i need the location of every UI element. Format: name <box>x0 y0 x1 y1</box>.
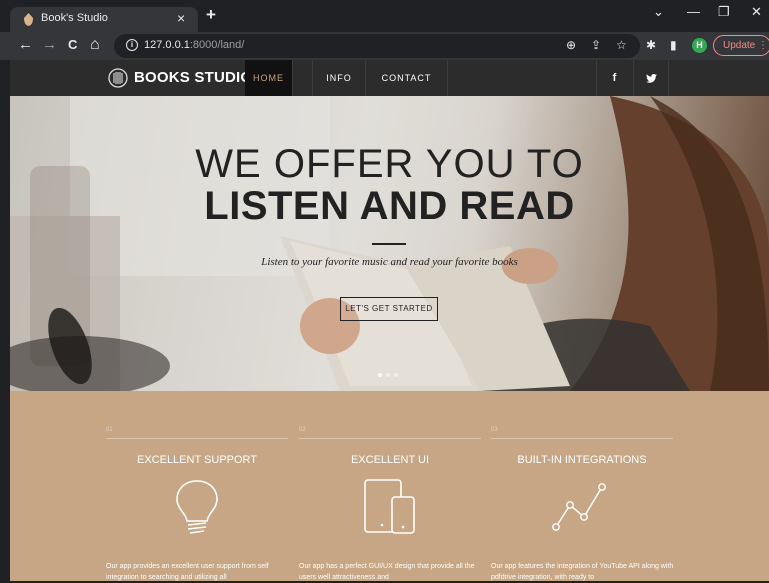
browser-toolbar: ← → C ⌂ i 127.0.0.1:8000/land/ ⊕ ⇪ ☆ ✱ ▮… <box>0 32 769 60</box>
nav-contact[interactable]: CONTACT <box>366 60 448 96</box>
features-section: 01 EXCELLENT SUPPORT Our app provides an… <box>10 391 769 581</box>
feature-description: Our app provides an excellent user suppo… <box>106 563 269 581</box>
browser-tab-bar: Book's Studio × + ⌄ — ❐ ✕ <box>0 0 769 32</box>
site-navbar: BOOKS STUDIO HOME INFO CONTACT f <box>10 60 769 96</box>
feature-divider <box>106 438 288 439</box>
facebook-icon[interactable]: f <box>596 60 632 96</box>
reload-button[interactable]: C <box>68 37 77 53</box>
feature-title: EXCELLENT UI <box>350 454 430 466</box>
feature-divider <box>491 438 673 439</box>
restore-button[interactable]: ❐ <box>718 4 730 20</box>
bookmark-star-icon[interactable]: ☆ <box>616 38 627 52</box>
slider-dot-1[interactable] <box>378 373 382 377</box>
address-bar[interactable]: i 127.0.0.1:8000/land/ ⊕ ⇪ ☆ <box>114 34 640 58</box>
home-button[interactable]: ⌂ <box>90 37 100 53</box>
back-button[interactable]: ← <box>18 37 33 53</box>
slider-dot-2[interactable] <box>386 373 390 377</box>
url-text: 127.0.0.1:8000/land/ <box>144 39 245 51</box>
hero-subtitle: Listen to your favorite music and read y… <box>261 256 518 268</box>
chrome-menu-icon[interactable]: ⋮ <box>758 40 768 51</box>
lightbulb-icon <box>176 480 218 534</box>
hero-section: WE OFFER YOU TO LISTEN AND READ Listen t… <box>10 96 769 391</box>
new-tab-button[interactable]: + <box>206 5 216 25</box>
feature-title: BUILT-IN INTEGRATIONS <box>517 454 647 466</box>
devices-icon <box>364 479 415 534</box>
feature-title: EXCELLENT SUPPORT <box>136 454 258 466</box>
hero-divider <box>372 243 406 245</box>
extensions-icon[interactable]: ✱ <box>646 38 656 52</box>
browser-tab[interactable]: Book's Studio × <box>10 7 198 32</box>
slider-dot-3[interactable] <box>394 373 398 377</box>
feature-divider <box>299 438 481 439</box>
tab-search-icon[interactable]: ⌄ <box>653 4 664 20</box>
forward-button[interactable]: → <box>42 37 57 53</box>
update-label: Update <box>723 40 756 51</box>
feature-number: 03 <box>491 427 498 433</box>
profile-avatar[interactable]: H <box>692 38 707 53</box>
close-window-button[interactable]: ✕ <box>751 4 762 20</box>
nav-info[interactable]: INFO <box>312 60 366 96</box>
feature-integrations: 03 BUILT-IN INTEGRATIONS Our app feature… <box>491 391 673 581</box>
share-icon[interactable]: ⇪ <box>591 38 601 52</box>
get-started-button[interactable]: LET'S GET STARTED <box>340 297 438 321</box>
book-favicon-icon <box>24 13 33 26</box>
hero-heading-line2: LISTEN AND READ <box>204 184 575 228</box>
site-info-icon[interactable]: i <box>126 39 138 51</box>
tab-title: Book's Studio <box>41 12 108 24</box>
minimize-button[interactable]: — <box>687 4 700 19</box>
twitter-icon[interactable] <box>633 60 669 96</box>
nav-home[interactable]: HOME <box>245 60 293 96</box>
feature-description: Our app has a perfect GUI/UX design that… <box>299 563 475 581</box>
brand-name[interactable]: BOOKS STUDIO <box>134 69 252 86</box>
feature-description: Our app features the integration of YouT… <box>491 563 674 581</box>
feature-support: 01 EXCELLENT SUPPORT Our app provides an… <box>106 391 288 581</box>
feature-ui: 02 EXCELLENT UI Our app has a perfect GU… <box>299 391 481 581</box>
hero-heading-line1: WE OFFER YOU TO <box>195 142 584 186</box>
feature-number: 01 <box>106 427 113 433</box>
logo-icon <box>108 68 128 88</box>
feature-number: 02 <box>299 427 306 433</box>
update-button[interactable]: Update ⋮ <box>713 35 769 56</box>
side-panel-icon[interactable]: ▮ <box>670 38 677 52</box>
graph-icon <box>552 483 606 531</box>
tab-close-icon[interactable]: × <box>177 10 185 26</box>
zoom-icon[interactable]: ⊕ <box>566 38 576 52</box>
